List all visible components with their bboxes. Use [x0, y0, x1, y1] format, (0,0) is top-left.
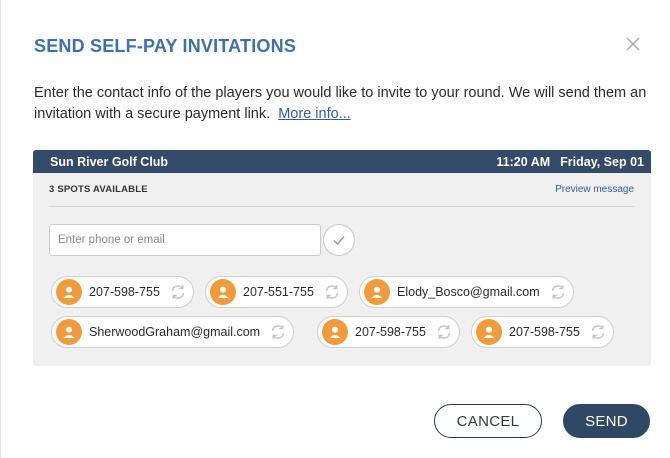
- cancel-button[interactable]: CANCEL: [434, 404, 542, 438]
- user-icon: [476, 319, 502, 345]
- modal-title: SEND SELF-PAY INVITATIONS: [34, 36, 297, 56]
- invitee-label: 207-598-755: [355, 325, 426, 339]
- refresh-icon[interactable]: [589, 323, 607, 341]
- user-icon: [210, 279, 236, 305]
- add-contact-button[interactable]: [323, 224, 355, 256]
- divider: [49, 206, 634, 207]
- preview-message-link[interactable]: Preview message: [555, 184, 634, 195]
- invitee-chip[interactable]: 207-598-755: [317, 316, 460, 348]
- invitee-chip[interactable]: 207-598-755: [471, 316, 614, 348]
- booking-header: Sun River Golf Club 11:20 AM Friday, Sep…: [33, 150, 651, 173]
- invitee-chip[interactable]: 207-551-755: [205, 276, 348, 308]
- invitee-label: 207-598-755: [509, 325, 580, 339]
- booking-panel: Sun River Golf Club 11:20 AM Friday, Sep…: [33, 150, 651, 366]
- invitee-label: 207-598-755: [89, 285, 160, 299]
- spots-available: 3 SPOTS AVAILABLE: [49, 184, 148, 195]
- invite-modal: SEND SELF-PAY INVITATIONS Enter the cont…: [0, 0, 670, 458]
- tee-time-value: 11:20 AM: [496, 154, 551, 169]
- invitee-chip[interactable]: Elody_Bosco@gmail.com: [359, 276, 574, 308]
- user-icon: [322, 319, 348, 345]
- invitee-chip[interactable]: SherwoodGraham@gmail.com: [51, 316, 295, 348]
- user-icon: [364, 279, 390, 305]
- invitee-label: Elody_Bosco@gmail.com: [397, 285, 540, 299]
- close-icon[interactable]: [624, 35, 642, 53]
- contact-input[interactable]: [49, 224, 321, 256]
- spots-row: 3 SPOTS AVAILABLE Preview message: [49, 184, 634, 195]
- user-icon: [56, 279, 82, 305]
- more-info-link[interactable]: More info...: [278, 106, 351, 122]
- refresh-icon[interactable]: [169, 283, 187, 301]
- user-icon: [56, 319, 82, 345]
- check-icon: [333, 236, 345, 246]
- refresh-icon[interactable]: [269, 323, 287, 341]
- tee-time: 11:20 AM Friday, Sep 01: [496, 155, 644, 169]
- invitee-label: SherwoodGraham@gmail.com: [89, 325, 261, 339]
- refresh-icon[interactable]: [323, 283, 341, 301]
- intro-paragraph: Enter the contact info of the players yo…: [34, 83, 654, 125]
- send-button[interactable]: SEND: [563, 404, 650, 438]
- refresh-icon[interactable]: [435, 323, 453, 341]
- refresh-icon[interactable]: [549, 283, 567, 301]
- course-name: Sun River Golf Club: [50, 154, 169, 169]
- invitee-chip[interactable]: 207-598-755: [51, 276, 194, 308]
- invitee-label: 207-551-755: [243, 285, 314, 299]
- tee-date-value: Friday, Sep 01: [560, 154, 644, 169]
